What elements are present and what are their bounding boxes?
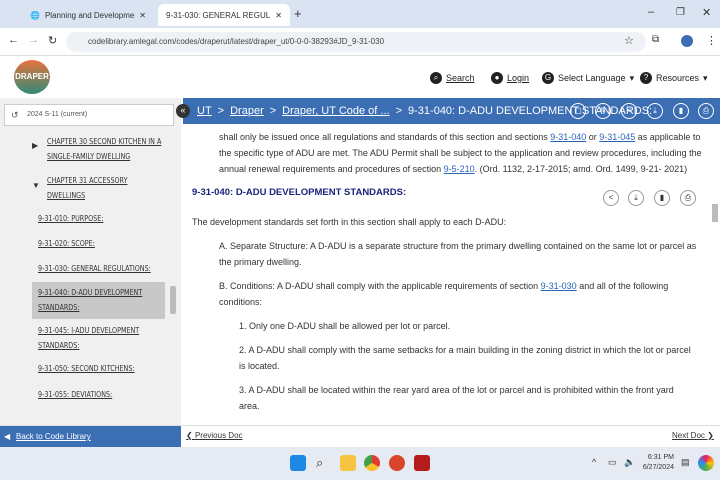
sidebar-item-9-31-020[interactable]: 9-31-020: SCOPE: [38,236,95,251]
reload-icon[interactable]: ↻ [48,34,57,47]
content-scrollbar[interactable] [712,204,718,222]
sidebar-item-9-31-045[interactable]: 9-31-045: I-ADU DEVELOPMENT STANDARDS: [38,323,158,353]
bookmark-icon[interactable]: ▮ [673,103,689,119]
clock[interactable]: 6:31 PM 6/27/2024 [640,453,674,473]
sidebar-scrollbar[interactable] [170,286,176,314]
close-icon[interactable]: ✕ [275,11,282,20]
notification-icon[interactable]: ▤ [681,457,690,468]
chrome-icon[interactable] [364,455,380,471]
previous-doc-link[interactable]: ❮ Previous Doc [186,431,243,440]
language-select[interactable]: G Select Language ▾ [542,72,634,84]
expand-icon[interactable]: ▶ [32,141,38,150]
download-icon[interactable]: ⤓ [647,103,663,119]
section-heading: 9-31-040: D-ADU DEVELOPMENT STANDARDS: [192,187,407,198]
history-icon: ↺ [11,110,19,120]
google-icon: G [542,72,554,84]
caret-down-icon: ▾ [703,72,708,83]
chevron-right-icon: ❯ [704,431,714,440]
link-9-31-030[interactable]: 9-31-030 [541,281,577,291]
network-icon[interactable]: ▭ [608,457,617,468]
powerpoint-icon[interactable] [389,455,405,471]
back-icon[interactable]: ← [8,34,19,46]
volume-icon[interactable]: 🔈 [624,457,635,468]
tray-chevron-icon[interactable]: ^ [592,457,596,467]
profile-icon[interactable] [681,35,693,47]
minimize-icon[interactable]: – [648,6,654,18]
sidebar-item-chapter-31[interactable]: CHAPTER 31 ACCESSORY DWELLINGS [47,173,143,203]
breadcrumb-current: 9-31-040: D-ADU DEVELOPMENT STANDARDS: [408,105,653,117]
extensions-icon[interactable]: ⧉ [652,34,659,45]
breadcrumb-draper[interactable]: Draper [230,105,264,117]
site-header: DRAPER ⌕ Search ● Login G Select Language ▾ … [0,56,720,98]
sidebar-item-9-31-010[interactable]: 9-31-010: PURPOSE: [38,211,103,226]
sidebar-item-9-31-055[interactable]: 9-31-055: DEVIATIONS: [38,387,112,402]
new-tab-icon[interactable]: + [294,6,302,21]
user-icon: ● [491,72,503,84]
windows-start-icon[interactable] [290,455,306,471]
print-icon[interactable]: ⎙ [698,103,714,119]
menu-icon[interactable]: ⋮ [706,34,717,47]
address-bar: ← → ↻ codelibrary.amlegal.com/codes/drap… [0,28,720,56]
collapse-sidebar-icon[interactable]: « [176,104,190,118]
sidebar-item-chapter-30[interactable]: CHAPTER 30 SECOND KITCHEN IN A SINGLE-FA… [47,134,167,164]
back-to-library-link[interactable]: ◀ Back to Code Library [0,426,181,448]
copilot-icon[interactable] [698,455,714,471]
url-input[interactable]: codelibrary.amlegal.com/codes/draperut/l… [66,32,646,52]
star-icon[interactable]: ☆ [624,34,634,47]
version-select[interactable]: ↺ 2024 S-11 (current) [4,104,174,126]
doc-nav-bar: ◀ Back to Code Library ❮ Previous Doc Nex… [0,425,720,448]
resources-menu[interactable]: ? Resources ▾ [640,72,708,84]
window-close-icon[interactable]: ✕ [702,6,711,19]
next-doc-link[interactable]: Next Doc ❯ [672,431,714,440]
notes-icon[interactable]: ▢ [570,103,586,119]
tab-planning[interactable]: 🌐Planning and Development | Cit✕ [22,4,154,26]
login-link[interactable]: ● Login [491,72,529,84]
browser-tab-bar: 🌐Planning and Development | Cit✕ 9-31-03… [0,0,720,28]
search-link[interactable]: ⌕ Search [430,72,475,84]
sidebar: ↺ 2024 S-11 (current) ▶ CHAPTER 30 SECOND… [0,98,181,425]
restore-icon[interactable]: ❐ [676,7,685,18]
forward-icon[interactable]: → [28,34,39,46]
acrobat-icon[interactable] [414,455,430,471]
file-explorer-icon[interactable] [340,455,356,471]
breadcrumb-ut[interactable]: UT [197,105,212,117]
tab-code[interactable]: 9-31-030: GENERAL REGULATI✕ [158,4,290,26]
link-9-31-045[interactable]: 9-31-045 [599,132,635,142]
caret-down-icon: ▾ [629,72,635,83]
globe-icon: 🌐 [30,10,40,20]
breadcrumb-code[interactable]: Draper, UT Code of ... [282,105,389,117]
sidebar-item-9-31-030[interactable]: 9-31-030: GENERAL REGULATIONS: [38,261,151,276]
document-content: shall only be issued once all regulation… [192,132,702,411]
close-icon[interactable]: ✕ [139,11,146,20]
download-icon[interactable]: ⤓ [628,190,644,206]
link-9-5-210[interactable]: 9-5-210 [444,164,475,174]
taskbar: ⌕ ^ ▭ 🔈 6:31 PM 6/27/2024 ▤ [0,447,720,480]
share-icon[interactable]: < [621,103,637,119]
sidebar-item-9-31-040[interactable]: 9-31-040: D-ADU DEVELOPMENT STANDARDS: [38,285,158,315]
bookmark-icon[interactable]: ▮ [654,190,670,206]
link-9-31-040[interactable]: 9-31-040 [550,132,586,142]
breadcrumb: UT > Draper > Draper, UT Code of ... > 9-31… [183,98,720,124]
hide-annotations-icon[interactable]: ✎ [595,103,611,119]
draper-logo[interactable]: DRAPER [14,60,50,94]
arrow-left-circle-icon: ◀ [4,432,11,441]
search-icon: ⌕ [430,72,442,84]
help-icon: ? [640,72,652,84]
share-icon[interactable]: < [603,190,619,206]
sidebar-item-9-31-050[interactable]: 9-31-050: SECOND KITCHENS: [38,361,135,376]
collapse-icon[interactable]: ▼ [32,181,40,190]
search-icon[interactable]: ⌕ [316,455,332,471]
print-icon[interactable]: ⎙ [680,190,696,206]
chevron-left-icon: ❮ [186,431,195,440]
